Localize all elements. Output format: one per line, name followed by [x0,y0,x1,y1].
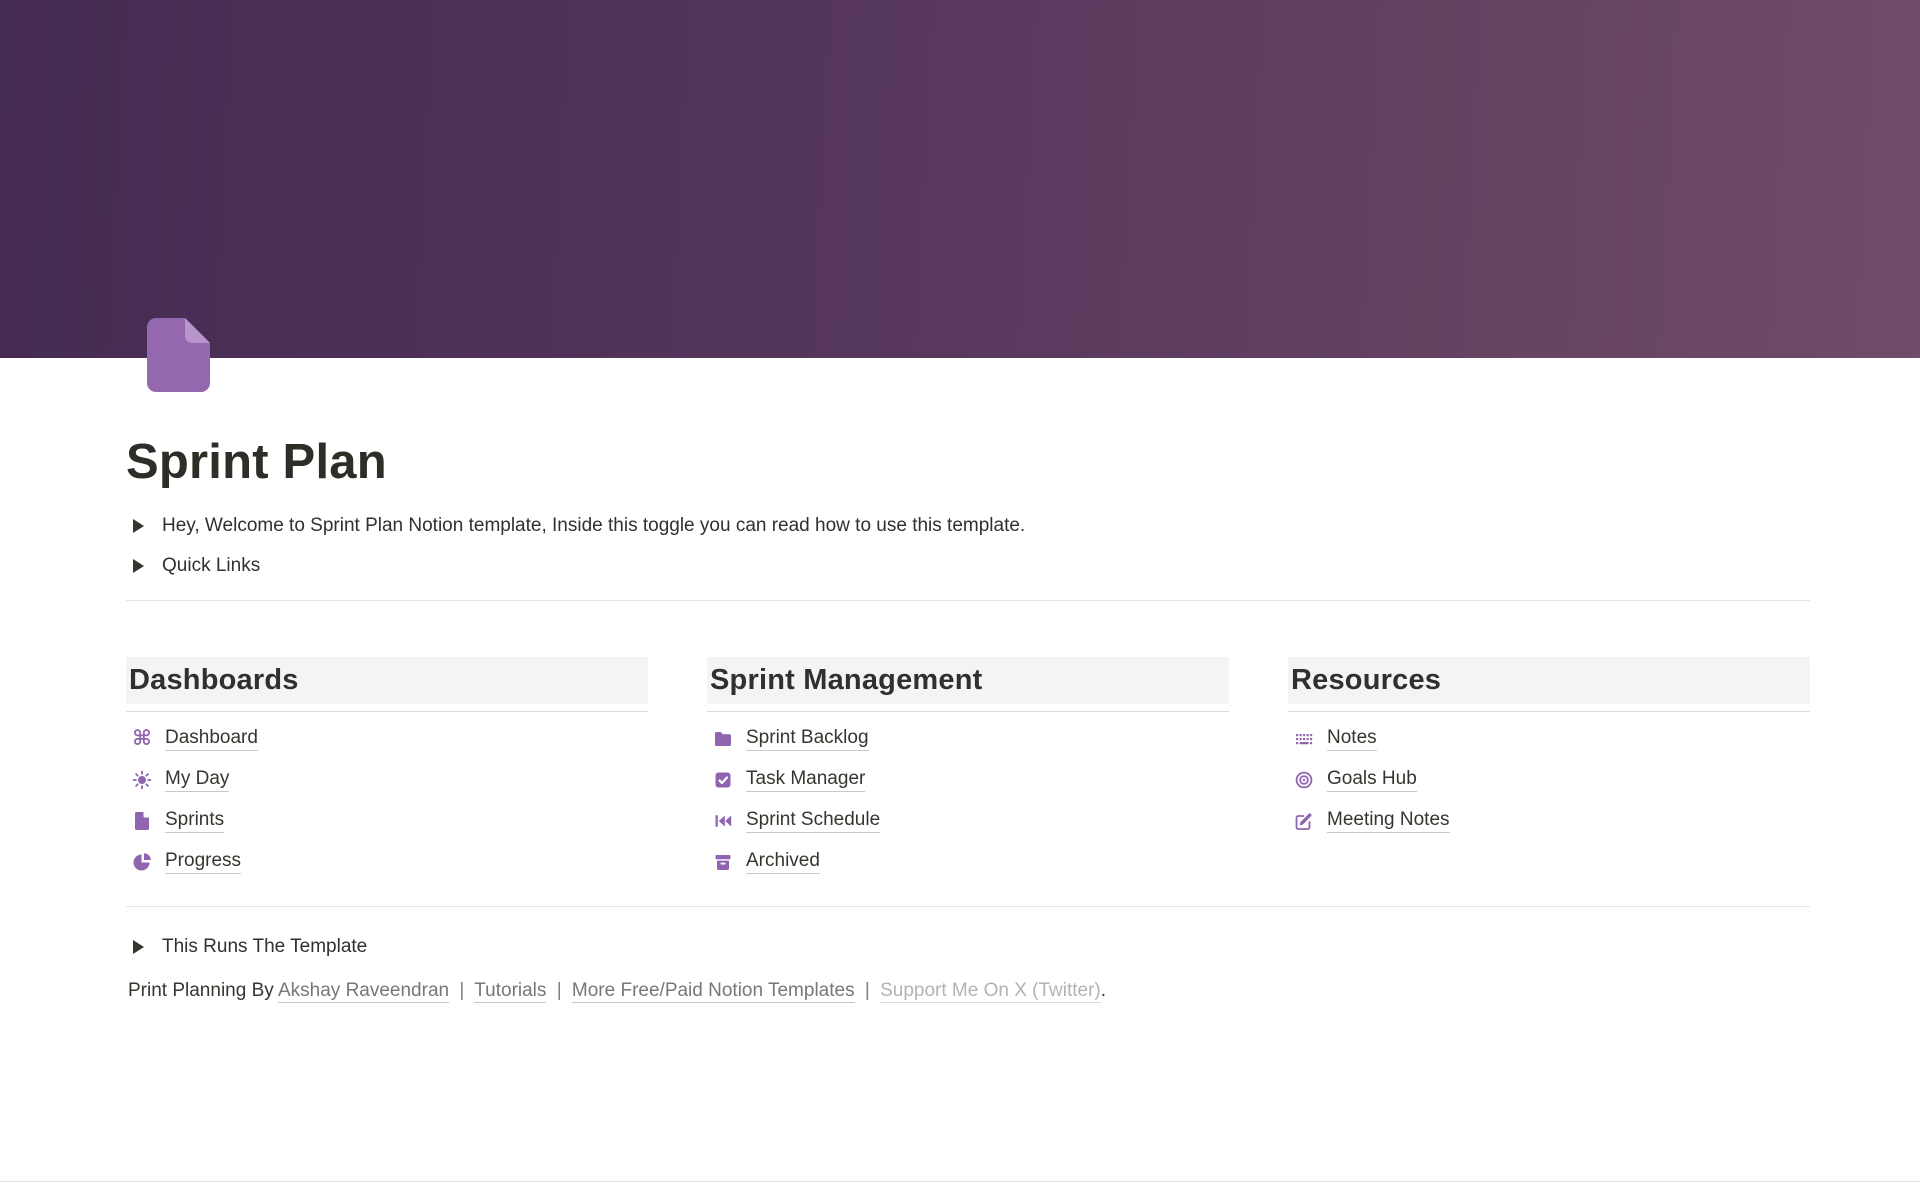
toggle-runs-template[interactable]: This Runs The Template [126,927,1810,967]
divider [126,906,1810,907]
link-archived[interactable]: Archived [746,850,820,874]
column-header-resources: Resources [1288,657,1810,704]
cover-image [0,0,1920,358]
column-title: Sprint Management [710,664,983,697]
link-sprints[interactable]: Sprints [165,809,224,833]
archive-icon [712,851,734,873]
list-item[interactable]: Task Manager [707,759,1229,800]
footer-separator: | [459,980,464,1001]
document-icon [131,810,153,832]
page-body: Sprint Plan Hey, Welcome to Sprint Plan … [0,434,1920,1005]
rewind-icon [712,810,734,832]
toggle-quick-links-text: Quick Links [162,553,260,579]
toggle-quick-links[interactable]: Quick Links [126,546,1810,586]
keyboard-icon [1293,728,1315,750]
link-more-templates[interactable]: More Free/Paid Notion Templates [572,980,855,1003]
list-item[interactable]: Sprints [126,800,648,841]
sun-icon [131,769,153,791]
page-document-icon[interactable] [147,318,210,392]
link-goals-hub[interactable]: Goals Hub [1327,768,1417,792]
link-columns: Dashboards ⌘ Dashboard My Day [126,657,1810,882]
page-title: Sprint Plan [126,434,1810,490]
column-title: Resources [1291,664,1441,697]
target-icon [1293,769,1315,791]
toggle-welcome[interactable]: Hey, Welcome to Sprint Plan Notion templ… [126,506,1810,546]
footer-credits: Print Planning By Akshay Raveendran | Tu… [126,977,1810,1005]
link-support-twitter[interactable]: Support Me On X (Twitter) [880,980,1101,1003]
link-progress[interactable]: Progress [165,850,241,874]
column-resources: Resources Notes Goals Hub [1288,657,1810,882]
list-item[interactable]: Progress [126,841,648,882]
list-item[interactable]: Notes [1288,718,1810,759]
command-icon: ⌘ [131,728,153,750]
page-bottom-divider [0,1181,1920,1182]
list-item[interactable]: Meeting Notes [1288,800,1810,841]
column-header-sprint-management: Sprint Management [707,657,1229,704]
link-meeting-notes[interactable]: Meeting Notes [1327,809,1450,833]
link-tutorials[interactable]: Tutorials [474,980,546,1003]
toggle-welcome-text: Hey, Welcome to Sprint Plan Notion templ… [162,513,1025,539]
link-sprint-schedule[interactable]: Sprint Schedule [746,809,880,833]
toggle-runs-template-text: This Runs The Template [162,934,367,960]
footer-separator: | [865,980,870,1001]
divider [707,711,1229,712]
column-header-dashboards: Dashboards [126,657,648,704]
toggle-triangle-icon[interactable] [133,559,144,573]
list-item[interactable]: Archived [707,841,1229,882]
footer-separator: | [557,980,562,1001]
divider [1288,711,1810,712]
list-item[interactable]: My Day [126,759,648,800]
checkbox-icon [712,769,734,791]
column-title: Dashboards [129,664,299,697]
footer-prefix: Print Planning By [128,980,274,1001]
list-item[interactable]: Sprint Schedule [707,800,1229,841]
toggle-triangle-icon[interactable] [133,940,144,954]
link-sprint-backlog[interactable]: Sprint Backlog [746,727,869,751]
column-dashboards: Dashboards ⌘ Dashboard My Day [126,657,648,882]
list-item[interactable]: Sprint Backlog [707,718,1229,759]
list-item[interactable]: ⌘ Dashboard [126,718,648,759]
folder-icon [712,728,734,750]
column-sprint-management: Sprint Management Sprint Backlog Task Ma… [707,657,1229,882]
divider [126,600,1810,601]
link-author[interactable]: Akshay Raveendran [278,980,449,1003]
link-notes[interactable]: Notes [1327,727,1377,751]
link-dashboard[interactable]: Dashboard [165,727,258,751]
toggle-triangle-icon[interactable] [133,519,144,533]
footer-suffix: . [1101,980,1106,1001]
edit-icon [1293,810,1315,832]
divider [126,711,648,712]
pie-chart-icon [131,851,153,873]
list-item[interactable]: Goals Hub [1288,759,1810,800]
link-task-manager[interactable]: Task Manager [746,768,865,792]
link-my-day[interactable]: My Day [165,768,229,792]
